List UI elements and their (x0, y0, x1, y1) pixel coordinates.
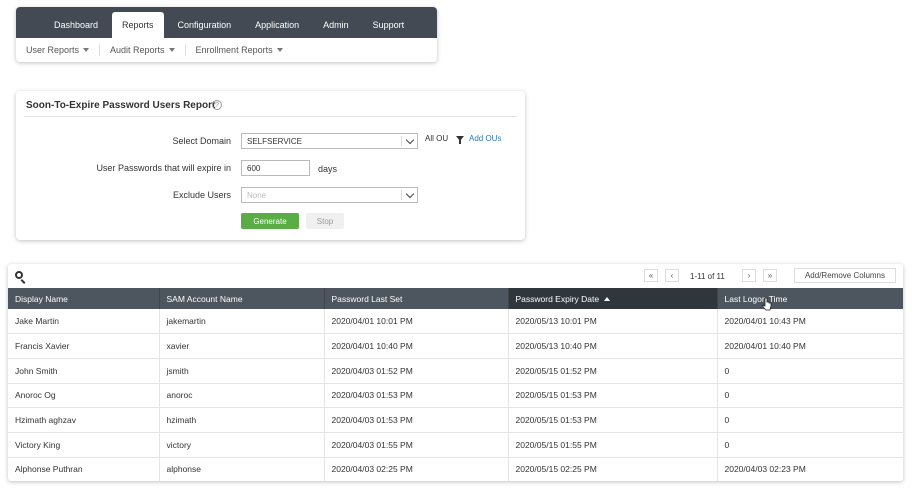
caret-down-icon (276, 48, 283, 52)
exclude-users-select[interactable]: None (241, 187, 418, 203)
table-row[interactable]: Jake Martin jakemartin 2020/04/01 10:01 PM… (8, 309, 903, 335)
cell-last-logon-time: 2020/04/03 02:23 PM (717, 457, 903, 481)
caret-down-icon (168, 48, 175, 52)
cell-password-last-set: 2020/04/03 01:53 PM (324, 407, 509, 433)
table-row[interactable]: Alphonse Puthran alphonse 2020/04/03 02:25… (8, 457, 903, 481)
search-icon[interactable] (15, 271, 23, 279)
stop-button[interactable]: Stop (306, 213, 344, 229)
enrollment-reports-label: Enrollment Reports (195, 45, 273, 55)
cell-last-logon-time: 0 (717, 358, 903, 384)
cell-password-last-set: 2020/04/03 01:53 PM (324, 383, 509, 409)
cell-password-expiry-date: 2020/05/15 01:55 PM (508, 432, 718, 458)
exclude-label: Exclude Users (172, 190, 231, 200)
user-reports-label: User Reports (26, 45, 80, 55)
exclude-placeholder: None (247, 190, 267, 200)
cell-sam-account-name: hzimath (159, 407, 325, 433)
sort-ascending-icon (604, 296, 611, 301)
cell-password-expiry-date: 2020/05/15 01:53 PM (508, 407, 718, 433)
first-page-button[interactable]: « (644, 269, 658, 282)
cell-display-name: Jake Martin (8, 309, 160, 335)
add-remove-columns-button[interactable]: Add/Remove Columns (794, 268, 896, 283)
sub-navigation: User Reports Audit Reports Enrollment Re… (16, 38, 437, 62)
tab-configuration[interactable]: Configuration (168, 12, 242, 38)
column-header-sam-account[interactable]: SAM Account Name (159, 288, 325, 309)
table-row[interactable]: Victory King victory 2020/04/03 01:55 PM 20… (8, 432, 903, 458)
cell-sam-account-name: anoroc (159, 383, 325, 409)
domain-select[interactable]: SELFSERVICE (241, 133, 418, 149)
cell-password-expiry-date: 2020/05/15 01:52 PM (508, 358, 718, 384)
cell-display-name: Victory King (8, 432, 160, 458)
cell-display-name: Hzimath aghzav (8, 407, 160, 433)
mouse-cursor-icon (762, 297, 772, 311)
cell-sam-account-name: jsmith (159, 358, 325, 384)
cell-password-expiry-date: 2020/05/15 01:53 PM (508, 383, 718, 409)
table-row[interactable]: Anoroc Og anoroc 2020/04/03 01:53 PM 2020/0… (8, 383, 903, 409)
tab-admin[interactable]: Admin (313, 12, 359, 38)
next-page-button[interactable]: › (742, 269, 756, 282)
cell-sam-account-name: alphonse (159, 457, 325, 481)
cell-last-logon-time: 0 (717, 432, 903, 458)
column-header-password-expiry[interactable]: Password Expiry Date (508, 288, 718, 309)
results-table: Display Name SAM Account Name Password L… (8, 288, 903, 481)
help-icon[interactable]: ? (212, 100, 222, 110)
cell-password-last-set: 2020/04/01 10:40 PM (324, 333, 509, 359)
cell-display-name: John Smith (8, 358, 160, 384)
cell-password-expiry-date: 2020/05/13 10:01 PM (508, 309, 718, 335)
expire-label: User Passwords that will expire in (96, 163, 231, 173)
tab-dashboard[interactable]: Dashboard (44, 12, 108, 38)
audit-reports-label: Audit Reports (110, 45, 165, 55)
cell-last-logon-time: 0 (717, 407, 903, 433)
filter-icon[interactable] (456, 136, 464, 144)
column-header-last-logon[interactable]: Last Logon Time (717, 288, 903, 309)
domain-label: Select Domain (172, 136, 231, 146)
audit-reports-menu[interactable]: Audit Reports (110, 44, 186, 56)
divider (24, 116, 517, 117)
enrollment-reports-menu[interactable]: Enrollment Reports (196, 44, 293, 56)
cell-last-logon-time: 2020/04/01 10:43 PM (717, 309, 903, 335)
top-navigation: Dashboard Reports Configuration Applicat… (16, 7, 437, 62)
last-page-button[interactable]: » (763, 269, 777, 282)
table-row[interactable]: Hzimath aghzav hzimath 2020/04/03 01:53 PM… (8, 407, 903, 433)
chevron-down-icon (405, 189, 415, 199)
cell-sam-account-name: xavier (159, 333, 325, 359)
domain-value: SELFSERVICE (247, 136, 302, 146)
cell-password-expiry-date: 2020/05/13 10:40 PM (508, 333, 718, 359)
table-toolbar: « ‹ 1-11 of 11 › » Add/Remove Columns (8, 264, 903, 288)
cell-password-last-set: 2020/04/03 01:52 PM (324, 358, 509, 384)
password-expiry-label: Password Expiry Date (515, 293, 600, 304)
user-reports-menu[interactable]: User Reports (26, 44, 101, 56)
cell-display-name: Anoroc Og (8, 383, 160, 409)
prev-page-button[interactable]: ‹ (665, 269, 679, 282)
table-row[interactable]: Francis Xavier xavier 2020/04/01 10:40 PM 2… (8, 333, 903, 359)
main-tab-bar: Dashboard Reports Configuration Applicat… (16, 7, 437, 38)
cell-last-logon-time: 0 (717, 383, 903, 409)
cell-display-name: Alphonse Puthran (8, 457, 160, 481)
table-row[interactable]: John Smith jsmith 2020/04/03 01:52 PM 2020/… (8, 358, 903, 384)
all-ou-label: All OU (425, 134, 449, 143)
tab-application[interactable]: Application (245, 12, 309, 38)
cell-password-last-set: 2020/04/03 01:55 PM (324, 432, 509, 458)
cell-password-expiry-date: 2020/05/15 02:25 PM (508, 457, 718, 481)
chevron-down-icon (405, 135, 415, 145)
cell-sam-account-name: victory (159, 432, 325, 458)
cell-password-last-set: 2020/04/01 10:01 PM (324, 309, 509, 335)
cell-last-logon-time: 2020/04/01 10:40 PM (717, 333, 903, 359)
column-header-password-last-set[interactable]: Password Last Set (324, 288, 509, 309)
report-title: Soon-To-Expire Password Users Report (26, 100, 216, 111)
expire-days-input[interactable]: 600 (241, 160, 310, 176)
report-form-panel: Soon-To-Expire Password Users Report ? S… (16, 91, 525, 240)
tab-reports[interactable]: Reports (112, 12, 164, 38)
days-label: days (318, 164, 338, 174)
cell-password-last-set: 2020/04/03 02:25 PM (324, 457, 509, 481)
caret-down-icon (83, 48, 90, 52)
generate-button[interactable]: Generate (241, 213, 299, 229)
cell-display-name: Francis Xavier (8, 333, 160, 359)
cell-sam-account-name: jakemartin (159, 309, 325, 335)
column-header-display-name[interactable]: Display Name (8, 288, 160, 309)
add-ous-link[interactable]: Add OUs (469, 134, 501, 143)
tab-support[interactable]: Support (363, 12, 415, 38)
page-range: 1-11 of 11 (690, 272, 725, 281)
